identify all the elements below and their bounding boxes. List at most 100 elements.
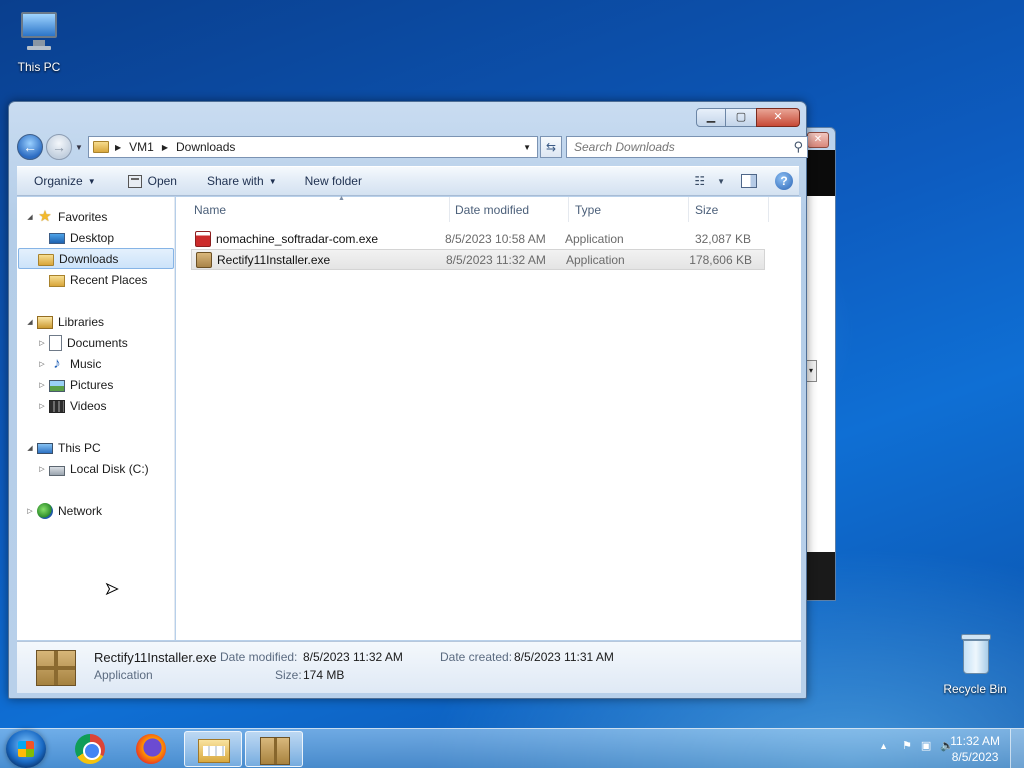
installer-package-icon [196,251,212,268]
taskbar-file-explorer[interactable] [184,731,242,767]
column-header-type[interactable]: Type [569,197,689,222]
organize-button[interactable]: Organize ▼ [17,167,106,195]
taskbar-chrome[interactable] [60,731,118,767]
column-header-label: Type [575,202,602,217]
maximize-button[interactable]: ▢ [725,108,757,127]
expand-arrow-icon[interactable]: ▷ [37,465,47,473]
column-header-label: Date modified [455,202,530,217]
expand-arrow-icon[interactable]: ▷ [25,507,35,515]
expand-arrow-icon[interactable]: ▷ [37,381,47,389]
expand-arrow-icon[interactable]: ▷ [37,402,47,410]
expand-arrow-icon[interactable]: ◢ [25,444,35,452]
nav-item-recent-places[interactable]: Recent Places [37,269,147,290]
new-folder-button[interactable]: New folder [295,167,372,195]
nav-item-network[interactable]: ▷ Network [25,500,102,521]
sort-ascending-icon: ▲ [338,195,345,202]
details-size: 174 MB [303,668,345,682]
column-header-label: Name [194,202,227,217]
file-date: 8/5/2023 11:32 AM [446,252,546,267]
file-row-selected[interactable]: Rectify11Installer.exe 8/5/2023 11:32 AM… [191,249,765,270]
chevron-right-icon[interactable]: ▶ [162,143,168,152]
file-row[interactable]: nomachine_softradar-com.exe 8/5/2023 10:… [191,228,765,249]
open-label: Open [147,174,177,188]
column-header-date-modified[interactable]: Date modified [449,197,569,222]
taskbar-firefox[interactable] [121,731,179,767]
start-button[interactable] [6,730,46,768]
nav-item-music[interactable]: ▷ ♪ Music [37,353,101,374]
share-with-button[interactable]: Share with ▼ [197,167,287,195]
address-dropdown-icon[interactable]: ▼ [523,143,531,152]
details-size-label: Size: [275,668,302,682]
open-button[interactable]: Open [118,167,187,195]
background-window-close-button[interactable]: ✕ [807,132,829,148]
recent-pages-dropdown[interactable]: ▼ [75,143,83,152]
music-icon: ♪ [53,354,61,372]
nav-item-this-pc[interactable]: ◢ This PC [25,437,100,458]
column-header-size[interactable]: Size [689,197,769,222]
nav-item-pictures[interactable]: ▷ Pictures [37,374,113,395]
nav-item-downloads[interactable]: Downloads [18,248,174,269]
expand-arrow-icon[interactable]: ▷ [37,360,47,368]
view-options-icon[interactable]: ☷ [694,174,705,188]
minimize-button[interactable]: ▁ [696,108,726,127]
show-desktop-button[interactable] [1010,729,1024,768]
background-window-footer [807,552,835,600]
breadcrumb-downloads[interactable]: Downloads [176,140,235,154]
breadcrumb-vm1[interactable]: VM1 [129,140,154,154]
nav-item-favorites[interactable]: ◢ ★ Favorites [25,206,107,227]
windows-logo-icon [18,741,34,757]
details-date-modified: 8/5/2023 11:32 AM [303,650,403,664]
nav-item-documents[interactable]: ▷ Documents [37,332,128,353]
desktop-icon-label: Recycle Bin [943,682,1007,696]
taskbar-installer[interactable] [245,731,303,767]
desktop-icon-recycle-bin[interactable]: Recycle Bin [938,630,1012,696]
network-icon [37,502,53,519]
search-input[interactable] [567,137,777,157]
nav-item-label: Local Disk (C:) [70,461,149,476]
chevron-right-icon[interactable]: ▶ [115,143,121,152]
nav-item-label: Favorites [58,209,108,224]
file-type: Application [566,252,625,267]
close-button[interactable]: ✕ [756,108,800,127]
expand-arrow-icon[interactable]: ◢ [25,213,35,221]
mouse-cursor-icon: ➤ [104,581,119,599]
clock[interactable]: 11:32 AM 8/5/2023 [950,733,1000,765]
desktop-icon-this-pc[interactable]: This PC [2,8,76,74]
search-box[interactable]: ⚲ [566,136,808,158]
expand-arrow-icon[interactable]: ▷ [37,339,47,347]
clock-time: 11:32 AM [950,734,1000,748]
command-bar: Organize ▼ Open Share with ▼ New folder … [17,166,799,196]
back-button[interactable]: ← [17,134,43,160]
show-hidden-icons-button[interactable]: ▲ [879,741,888,751]
view-controls: ☷ ▼ ? [694,172,799,190]
forward-button[interactable]: → [46,134,72,160]
details-date-modified-label: Date modified: [220,650,298,664]
explorer-window[interactable]: ▁ ▢ ✕ ← → ▼ ▶ VM1 ▶ Downloads ▼ ⇆ ⚲ Orga… [8,101,808,699]
nav-item-label: Network [58,503,103,518]
action-center-flag-icon[interactable]: ⚑ [902,739,912,752]
videos-icon [49,399,65,413]
chevron-down-icon: ▼ [268,176,277,186]
nav-item-local-disk[interactable]: ▷ Local Disk (C:) [37,458,149,479]
navigation-bar: ← → ▼ ▶ VM1 ▶ Downloads ▼ ⇆ ⚲ [17,133,808,161]
star-icon: ★ [38,207,52,225]
file-name-cell: nomachine_softradar-com.exe [191,230,439,247]
nav-item-libraries[interactable]: ◢ Libraries [25,311,104,332]
preview-pane-button[interactable] [741,174,757,188]
expand-arrow-icon[interactable]: ◢ [25,318,35,326]
nav-item-desktop[interactable]: Desktop [37,227,114,248]
installer-package-icon [36,650,76,686]
desktop-icon-label: This PC [17,60,61,74]
details-pane: Rectify11Installer.exe Application Date … [17,641,801,693]
file-name-cell: Rectify11Installer.exe [192,251,440,268]
chevron-down-icon[interactable]: ▼ [717,177,725,186]
nav-item-label: Libraries [58,314,105,329]
help-button[interactable]: ? [775,172,793,190]
file-list[interactable]: ▲ Name Date modified Type Size nomachine… [176,195,801,640]
nav-item-videos[interactable]: ▷ Videos [37,395,106,416]
network-icon[interactable]: ▣ [921,739,931,752]
search-icon[interactable]: ⚲ [793,139,803,155]
address-bar[interactable]: ▶ VM1 ▶ Downloads ▼ [88,136,538,158]
column-header-name[interactable]: ▲ Name [188,195,450,222]
refresh-button[interactable]: ⇆ [540,136,562,158]
